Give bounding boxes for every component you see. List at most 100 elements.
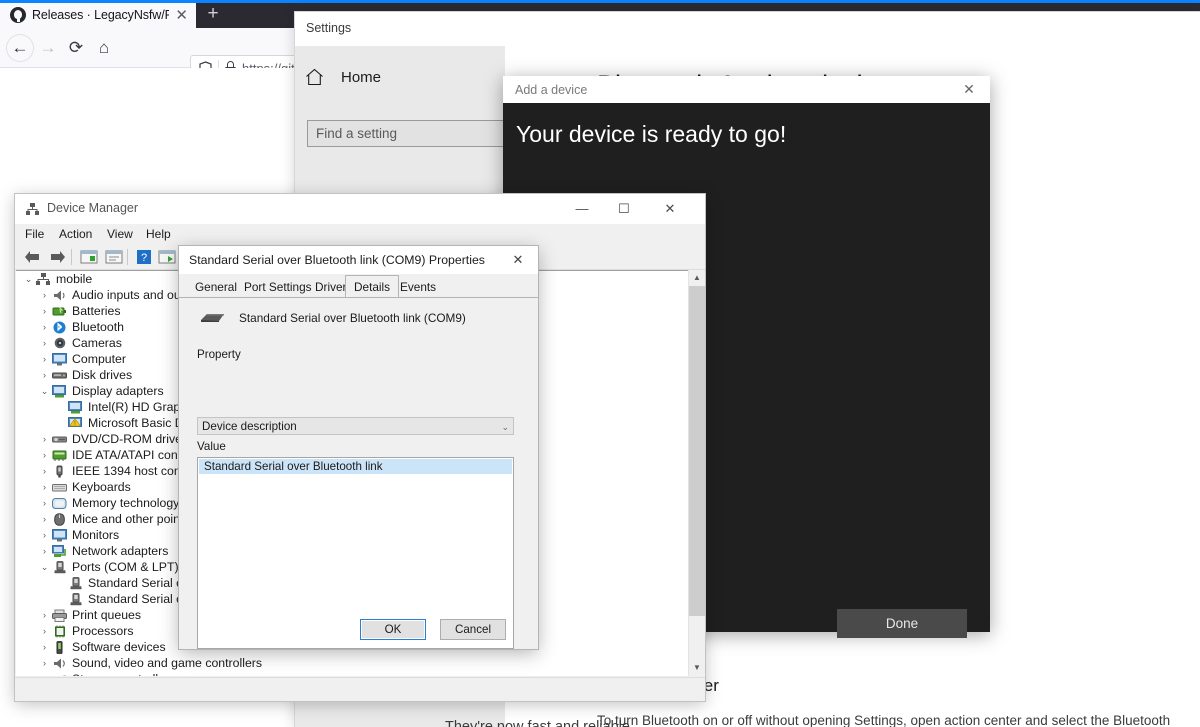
menu-item-action[interactable]: Action — [59, 227, 92, 241]
screen: Releases · LegacyNsfw/PcmHac ✕ + ← → ⟳ ⌂… — [0, 0, 1200, 727]
software-device-icon — [51, 640, 68, 654]
chevron-right-icon[interactable]: › — [38, 290, 51, 300]
back-icon[interactable] — [23, 248, 43, 266]
properties-tabs: General Port Settings Driver Details Eve… — [179, 274, 538, 298]
chevron-down-icon[interactable]: ⌄ — [38, 386, 51, 397]
ok-button[interactable]: OK — [360, 619, 426, 640]
properties-panel-details: Standard Serial over Bluetooth link (COM… — [179, 298, 538, 649]
device-tree-item-label: Software devices — [72, 640, 166, 654]
scroll-up-arrow[interactable]: ▲ — [689, 270, 705, 286]
close-icon[interactable]: ✕ — [175, 8, 188, 23]
chevron-down-icon[interactable]: ⌄ — [22, 274, 35, 285]
chevron-right-icon[interactable]: › — [38, 338, 51, 348]
chevron-right-icon[interactable]: › — [38, 530, 51, 540]
chevron-right-icon[interactable]: › — [38, 434, 51, 444]
chevron-right-icon[interactable]: › — [38, 642, 51, 652]
bluetooth-icon — [51, 320, 68, 334]
device-tree-item-label: Processors — [72, 624, 134, 638]
toolbar-divider — [127, 249, 128, 265]
port-icon — [67, 576, 84, 590]
chevron-right-icon[interactable]: › — [38, 306, 51, 316]
reload-icon[interactable]: ⟳ — [62, 34, 90, 62]
camera-icon — [51, 336, 68, 350]
chevron-right-icon[interactable]: › — [38, 674, 51, 676]
computer-node-icon — [35, 272, 52, 286]
show-hidden-icon[interactable] — [79, 248, 99, 266]
settings-left-subtext: They're now fast and reliable. — [445, 719, 634, 727]
back-icon[interactable]: ← — [6, 34, 34, 62]
network-icon — [51, 544, 68, 558]
mouse-icon — [51, 512, 68, 526]
properties-icon[interactable] — [104, 248, 124, 266]
property-select[interactable]: Device description ⌄ — [197, 417, 514, 435]
scrollbar-thumb[interactable] — [689, 286, 705, 616]
disk-icon — [51, 368, 68, 382]
settings-titlebar: Settings — [295, 12, 1200, 46]
device-manager-minimize-button[interactable]: — — [563, 194, 601, 224]
monitor-icon — [51, 528, 68, 542]
tab-details[interactable]: Details — [345, 275, 400, 298]
new-tab-button[interactable]: + — [200, 4, 226, 26]
property-select-value: Device description — [202, 420, 297, 433]
sidebar-item-home[interactable]: Home — [305, 68, 381, 86]
chevron-right-icon[interactable]: › — [38, 514, 51, 524]
scroll-down-arrow[interactable]: ▼ — [689, 660, 705, 676]
chevron-right-icon[interactable]: › — [38, 466, 51, 476]
cancel-button[interactable]: Cancel — [440, 619, 506, 640]
firewire-icon — [51, 464, 68, 478]
properties-device-name: Standard Serial over Bluetooth link (COM… — [239, 311, 466, 325]
chevron-right-icon[interactable]: › — [38, 450, 51, 460]
add-device-message: Your device is ready to go! — [516, 121, 787, 147]
properties-button-row: OK Cancel — [179, 611, 538, 649]
value-list-item-selected[interactable]: Standard Serial over Bluetooth link — [199, 459, 512, 474]
chevron-right-icon[interactable]: › — [38, 482, 51, 492]
menu-item-help[interactable]: Help — [146, 227, 171, 241]
device-tree-item-label: Network adapters — [72, 544, 169, 558]
device-manager-menubar: File Action View Help — [15, 224, 705, 245]
github-icon — [10, 7, 26, 23]
chevron-right-icon[interactable]: › — [38, 498, 51, 508]
device-manager-close-button[interactable]: ✕ — [651, 194, 689, 224]
chevron-right-icon[interactable]: › — [38, 354, 51, 364]
chevron-right-icon[interactable]: › — [38, 610, 51, 620]
device-manager-title: Device Manager — [47, 201, 139, 215]
device-tree-item[interactable]: › Sound, video and game controllers — [16, 655, 704, 671]
svg-text:?: ? — [141, 252, 147, 264]
device-tree-scrollbar[interactable]: ▲ ▼ — [688, 270, 705, 676]
chevron-right-icon[interactable]: › — [38, 658, 51, 668]
footer-body-text: To turn Bluetooth on or off without open… — [597, 713, 1171, 727]
tab-events[interactable]: Events — [392, 277, 444, 298]
menu-item-view[interactable]: View — [107, 227, 133, 241]
home-icon[interactable]: ⌂ — [90, 34, 118, 62]
chevron-right-icon[interactable]: › — [38, 322, 51, 332]
monitor-icon — [51, 352, 68, 366]
printer-icon — [51, 608, 68, 622]
toolbar-divider — [71, 249, 72, 265]
chevron-right-icon[interactable]: › — [38, 370, 51, 380]
serial-port-icon — [201, 314, 224, 322]
device-manager-maximize-button[interactable]: ☐ — [605, 194, 643, 224]
device-manager-icon — [26, 203, 39, 215]
device-tree-item[interactable]: › Storage controllers — [16, 671, 704, 676]
forward-icon[interactable] — [47, 248, 67, 266]
forward-icon[interactable]: → — [34, 34, 62, 62]
sound-icon — [51, 656, 68, 670]
add-device-title: Add a device — [515, 83, 588, 97]
done-button[interactable]: Done — [837, 609, 967, 638]
tab-accent-strip — [0, 0, 1200, 3]
menu-item-file[interactable]: File — [25, 227, 44, 241]
device-tree-item-label: Bluetooth — [72, 320, 124, 334]
browser-tab-title: Releases · LegacyNsfw/PcmHac — [32, 8, 170, 22]
chevron-right-icon[interactable]: › — [38, 626, 51, 636]
chevron-down-icon[interactable]: ⌄ — [38, 562, 51, 573]
chevron-right-icon[interactable]: › — [38, 546, 51, 556]
help-icon[interactable]: ? — [134, 248, 154, 266]
settings-title: Settings — [306, 21, 352, 35]
browser-tab[interactable]: Releases · LegacyNsfw/PcmHac ✕ — [0, 0, 196, 28]
close-icon[interactable]: ✕ — [958, 79, 980, 100]
device-tree-item-label: Computer — [72, 352, 126, 366]
close-icon[interactable]: ✕ — [504, 248, 532, 272]
device-tree-item-label: Disk drives — [72, 368, 133, 382]
device-tree-item-label: Display adapters — [72, 384, 164, 398]
update-driver-icon[interactable] — [157, 248, 177, 266]
